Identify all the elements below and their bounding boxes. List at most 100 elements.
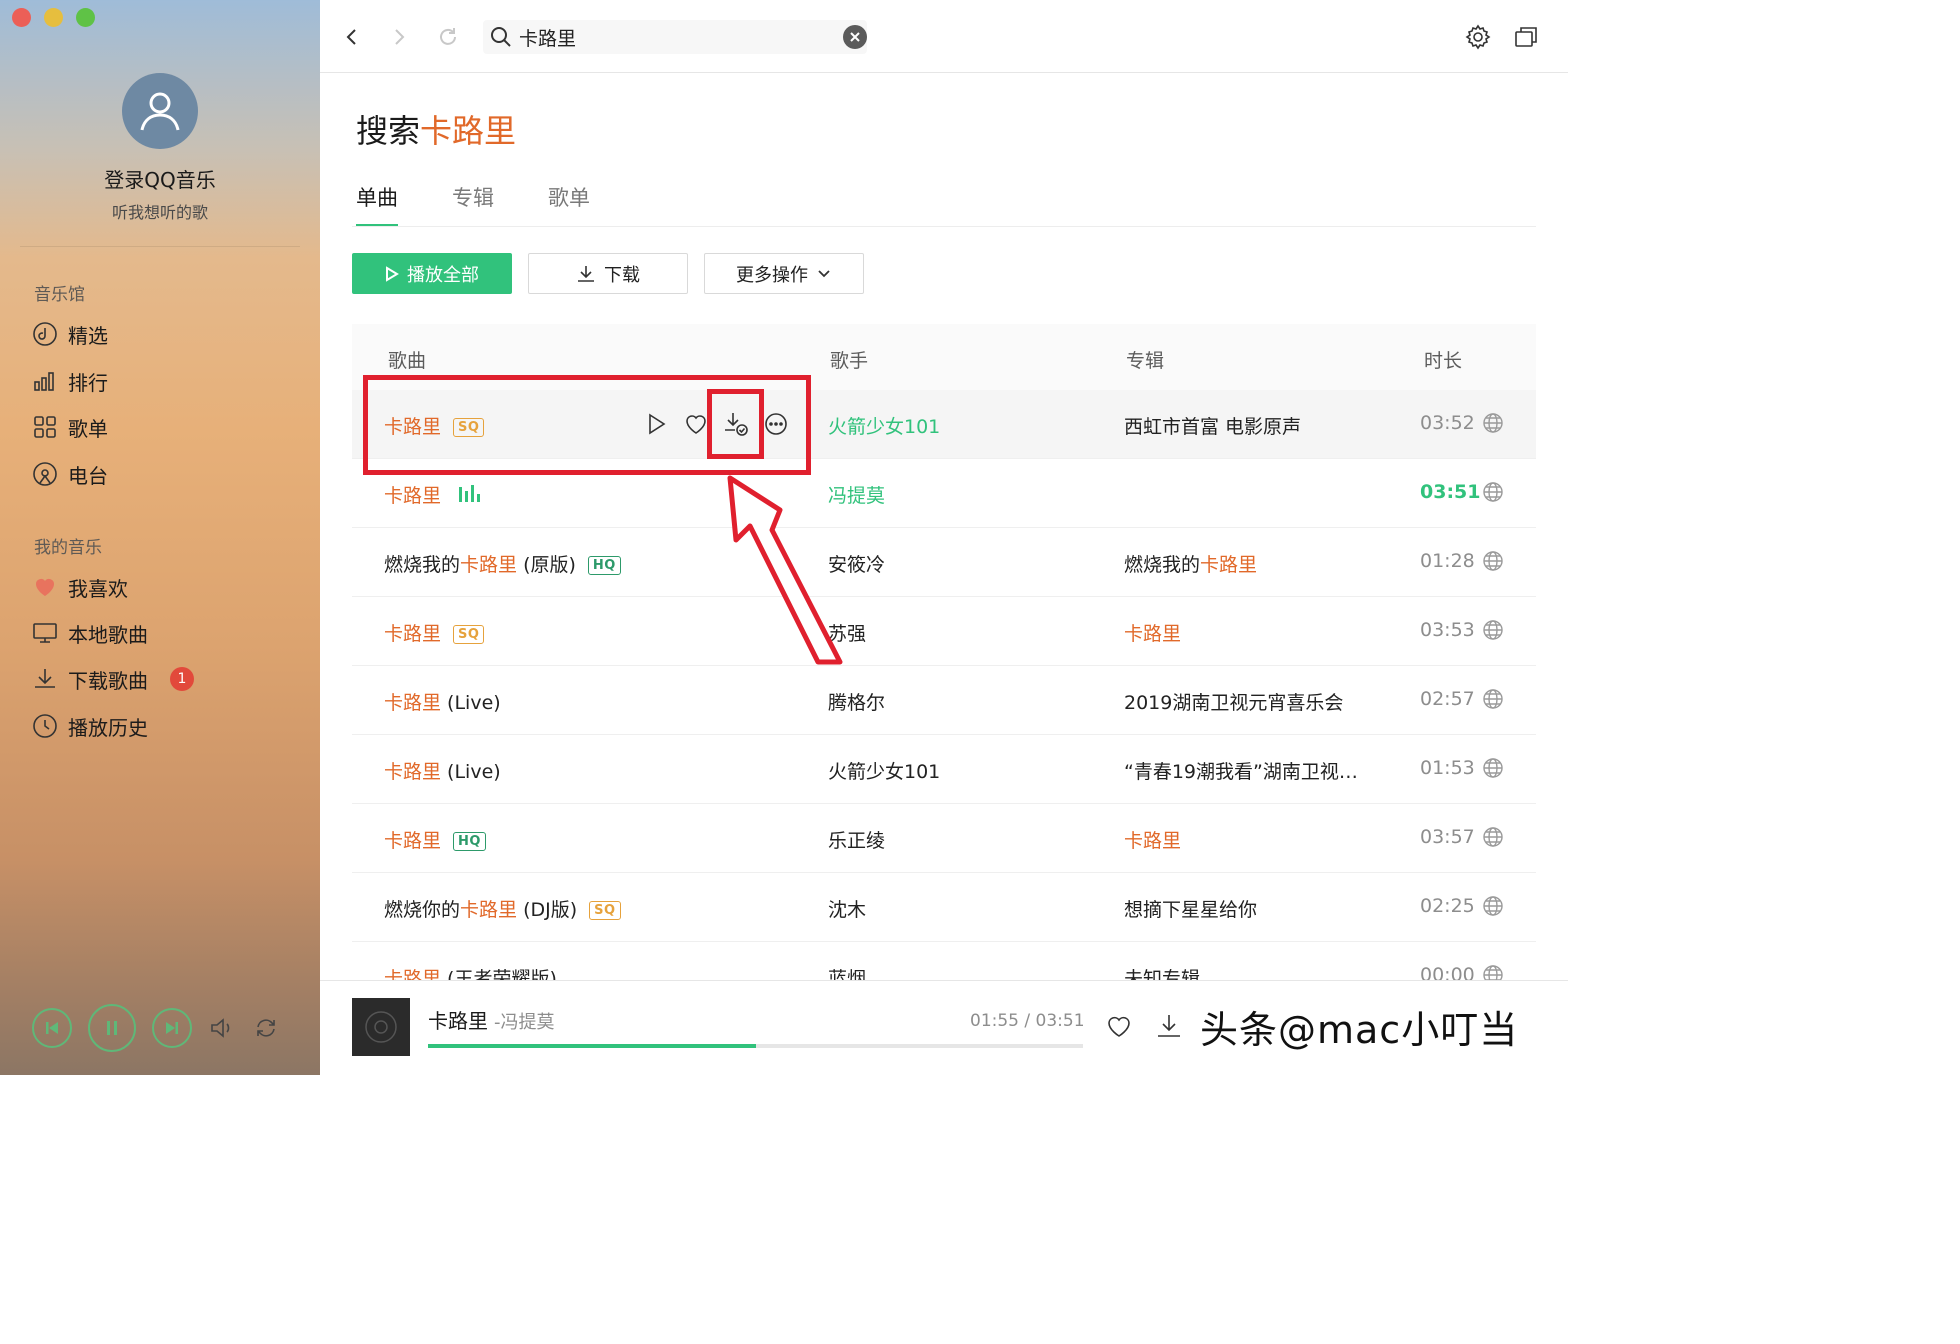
song-title[interactable]: 燃烧你的卡路里 (DJ版) SQ — [384, 895, 621, 922]
refresh-button[interactable] — [433, 22, 463, 52]
table-row[interactable]: 燃烧我的卡路里 (原版) HQ 安筱冷 燃烧我的卡路里 01:28 — [352, 528, 1536, 597]
search-box[interactable] — [483, 20, 867, 54]
sidebar-item-local-songs[interactable]: 本地歌曲 — [32, 616, 148, 650]
globe-icon[interactable] — [1482, 550, 1504, 572]
album-link[interactable]: 卡路里 — [1124, 619, 1374, 646]
sidebar-item-featured[interactable]: 精选 — [32, 317, 108, 351]
row-actions — [642, 410, 790, 438]
download-button[interactable]: 下载 — [528, 253, 688, 294]
quality-tag: SQ — [453, 418, 485, 437]
quality-tag: HQ — [453, 832, 486, 851]
song-title[interactable]: 卡路里 (Live) — [384, 688, 501, 715]
song-title[interactable]: 卡路里 SQ — [384, 412, 485, 439]
sidebar-item-history[interactable]: 播放历史 — [32, 709, 148, 743]
sidebar-item-radio[interactable]: 电台 — [32, 457, 108, 491]
sidebar-item-playlists[interactable]: 歌单 — [32, 410, 108, 444]
globe-icon[interactable] — [1482, 895, 1504, 917]
artist-link[interactable]: 沈木 — [828, 895, 866, 922]
download-icon — [35, 669, 55, 688]
album-cover[interactable] — [352, 998, 410, 1056]
table-row[interactable]: 卡路里 (Live) 腾格尔 2019湖南卫视元宵喜乐会 02:57 — [352, 666, 1536, 735]
song-title[interactable]: 卡路里 HQ — [384, 826, 486, 853]
play-icon[interactable] — [642, 410, 670, 438]
header-duration: 时长 — [1424, 350, 1463, 372]
song-title-post: (Live) — [441, 692, 501, 714]
sidebar-item-label: 本地歌曲 — [68, 622, 148, 647]
song-title[interactable]: 卡路里 (Live) — [384, 757, 501, 784]
album-link[interactable]: 燃烧我的卡路里 — [1124, 550, 1374, 577]
like-icon[interactable] — [1104, 1011, 1134, 1041]
duration: 03:57 — [1420, 826, 1475, 848]
now-playing-title[interactable]: 卡路里 -冯提莫 — [428, 1005, 555, 1034]
volume-icon[interactable] — [208, 1014, 236, 1042]
login-title[interactable]: 登录QQ音乐 — [0, 164, 320, 193]
skip-previous-icon — [46, 1021, 58, 1034]
close-window-button[interactable] — [12, 8, 31, 27]
back-button[interactable] — [337, 22, 367, 52]
table-row[interactable]: 卡路里 (Live) 火箭少女101 “青春19潮我看”湖南卫视… 01:53 — [352, 735, 1536, 804]
artist-link[interactable]: 火箭少女101 — [828, 757, 940, 784]
album-keyword: 卡路里 — [1124, 623, 1182, 645]
previous-button[interactable] — [32, 1007, 72, 1048]
quality-tag: SQ — [453, 625, 485, 644]
table-row[interactable]: 卡路里 SQ 苏强 卡路里 03:53 — [352, 597, 1536, 666]
sidebar-item-favorites[interactable]: 我喜欢 — [32, 570, 128, 604]
song-title[interactable]: 卡路里 — [384, 481, 483, 508]
artist-link[interactable]: 苏强 — [828, 619, 866, 646]
sidebar-item-downloads[interactable]: 下载歌曲 1 — [32, 662, 194, 696]
minimize-window-button[interactable] — [44, 8, 63, 27]
action-bar: 播放全部 下载 更多操作 — [352, 253, 864, 294]
sidebar-item-label: 电台 — [68, 463, 108, 488]
album-link[interactable]: 西虹市首富 电影原声 — [1124, 412, 1374, 439]
table-row[interactable]: 燃烧你的卡路里 (DJ版) SQ 沈木 想摘下星星给你 02:25 — [352, 873, 1536, 942]
tab-songs[interactable]: 单曲 — [356, 182, 398, 227]
next-button[interactable] — [152, 1007, 192, 1048]
globe-icon[interactable] — [1482, 619, 1504, 641]
mini-mode-button[interactable] — [1511, 22, 1541, 52]
album-link[interactable]: “青春19潮我看”湖南卫视… — [1124, 757, 1374, 784]
tab-playlists[interactable]: 歌单 — [548, 182, 590, 227]
album-link[interactable]: 想摘下星星给你 — [1124, 895, 1374, 922]
song-title-keyword: 卡路里 — [460, 554, 518, 576]
window-controls — [12, 8, 95, 27]
globe-icon[interactable] — [1482, 757, 1504, 779]
table-row[interactable]: 卡路里 SQ 火箭少女101 西虹市首富 电影原声 03:52 — [352, 390, 1536, 459]
album-link[interactable]: 卡路里 — [1124, 826, 1374, 853]
header-album: 专辑 — [1126, 350, 1165, 372]
artist-link[interactable]: 腾格尔 — [828, 688, 885, 715]
song-title[interactable]: 燃烧我的卡路里 (原版) HQ — [384, 550, 621, 577]
album-link[interactable]: 2019湖南卫视元宵喜乐会 — [1124, 688, 1374, 715]
globe-icon[interactable] — [1482, 481, 1504, 503]
table-row[interactable]: 卡路里 冯提莫 03:51 — [352, 459, 1536, 528]
pause-button[interactable] — [88, 1003, 136, 1052]
more-actions-button[interactable]: 更多操作 — [704, 253, 864, 294]
play-all-button[interactable]: 播放全部 — [352, 253, 512, 294]
globe-icon[interactable] — [1482, 826, 1504, 848]
avatar[interactable] — [122, 73, 198, 149]
artist-link[interactable]: 安筱冷 — [828, 550, 885, 577]
globe-icon[interactable] — [1482, 412, 1504, 434]
heart-icon[interactable] — [682, 410, 710, 438]
login-subtitle: 听我想听的歌 — [111, 203, 208, 222]
zoom-window-button[interactable] — [76, 8, 95, 27]
forward-button[interactable] — [384, 22, 414, 52]
download-check-icon[interactable] — [722, 410, 750, 438]
progress-bar[interactable] — [428, 1044, 1083, 1048]
artist-link[interactable]: 冯提莫 — [828, 481, 885, 508]
artist-link[interactable]: 火箭少女101 — [828, 412, 940, 439]
download-icon[interactable] — [1154, 1011, 1184, 1041]
settings-button[interactable] — [1463, 22, 1493, 52]
song-title[interactable]: 卡路里 SQ — [384, 619, 485, 646]
artist-link[interactable]: 乐正绫 — [828, 826, 885, 853]
repeat-icon[interactable] — [252, 1014, 280, 1042]
search-input[interactable] — [519, 26, 829, 48]
clear-search-button[interactable] — [843, 25, 867, 49]
globe-icon[interactable] — [1482, 688, 1504, 710]
album-keyword: 卡路里 — [1200, 554, 1258, 576]
duration: 02:57 — [1420, 688, 1475, 710]
tab-albums[interactable]: 专辑 — [452, 182, 494, 227]
sidebar-item-charts[interactable]: 排行 — [32, 364, 108, 398]
sidebar-item-label: 歌单 — [68, 416, 108, 441]
table-row[interactable]: 卡路里 HQ 乐正绫 卡路里 03:57 — [352, 804, 1536, 873]
more-icon[interactable] — [762, 410, 790, 438]
